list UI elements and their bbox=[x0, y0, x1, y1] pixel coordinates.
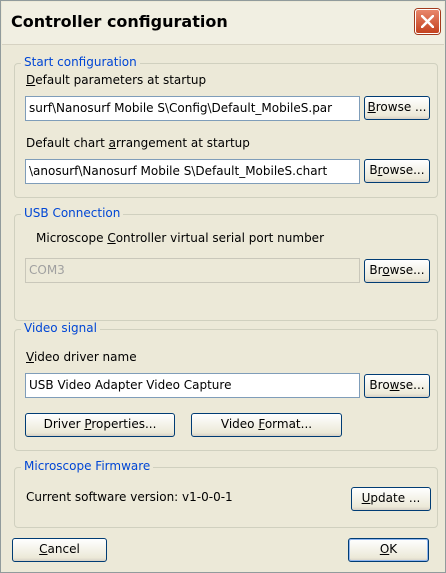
video-driver-label: Video driver name bbox=[26, 350, 137, 364]
dialog-title: Controller configuration bbox=[11, 12, 228, 31]
microscope-firmware-group: Microscope Firmware Current software ver… bbox=[14, 459, 438, 528]
browse-video-driver-button[interactable]: Browse... bbox=[364, 374, 430, 398]
video-driver-field[interactable]: USB Video Adapter Video Capture bbox=[25, 373, 360, 398]
browse-parameters-button[interactable]: Browse ... bbox=[364, 96, 430, 120]
browse-chart-button[interactable]: Browse... bbox=[364, 159, 430, 183]
title-bar: Controller configuration bbox=[2, 2, 444, 45]
default-parameters-label: Default parameters at startup bbox=[26, 73, 207, 87]
default-chart-field[interactable]: \anosurf\Nanosurf Mobile S\Default_Mobil… bbox=[25, 159, 360, 184]
microscope-firmware-title: Microscope Firmware bbox=[21, 459, 154, 473]
default-chart-label: Default chart arrangement at startup bbox=[26, 136, 250, 150]
start-configuration-group: Start configuration Default parameters a… bbox=[14, 55, 438, 198]
video-signal-title: Video signal bbox=[21, 321, 100, 335]
update-button[interactable]: Update ... bbox=[351, 487, 431, 511]
video-format-button[interactable]: Video Format... bbox=[191, 413, 342, 437]
close-button[interactable] bbox=[415, 9, 440, 34]
usb-connection-title: USB Connection bbox=[21, 206, 124, 220]
controller-config-dialog: Controller configuration Start configura… bbox=[0, 0, 446, 573]
default-parameters-field[interactable]: surf\Nanosurf Mobile S\Config\Default_Mo… bbox=[25, 96, 360, 121]
serial-port-label: Microscope Controller virtual serial por… bbox=[36, 231, 324, 245]
serial-port-field: COM3 bbox=[25, 258, 360, 283]
cancel-button[interactable]: Cancel bbox=[12, 538, 107, 562]
ok-button[interactable]: OK bbox=[348, 538, 429, 562]
browse-port-button[interactable]: Browse... bbox=[364, 259, 430, 283]
usb-connection-group: USB Connection Microscope Controller vir… bbox=[14, 206, 438, 321]
video-signal-group: Video signal Video driver name USB Video… bbox=[14, 321, 438, 451]
driver-properties-button[interactable]: Driver Properties... bbox=[25, 413, 175, 437]
software-version-text: Current software version: v1-0-0-1 bbox=[26, 490, 233, 504]
start-configuration-title: Start configuration bbox=[21, 55, 140, 69]
